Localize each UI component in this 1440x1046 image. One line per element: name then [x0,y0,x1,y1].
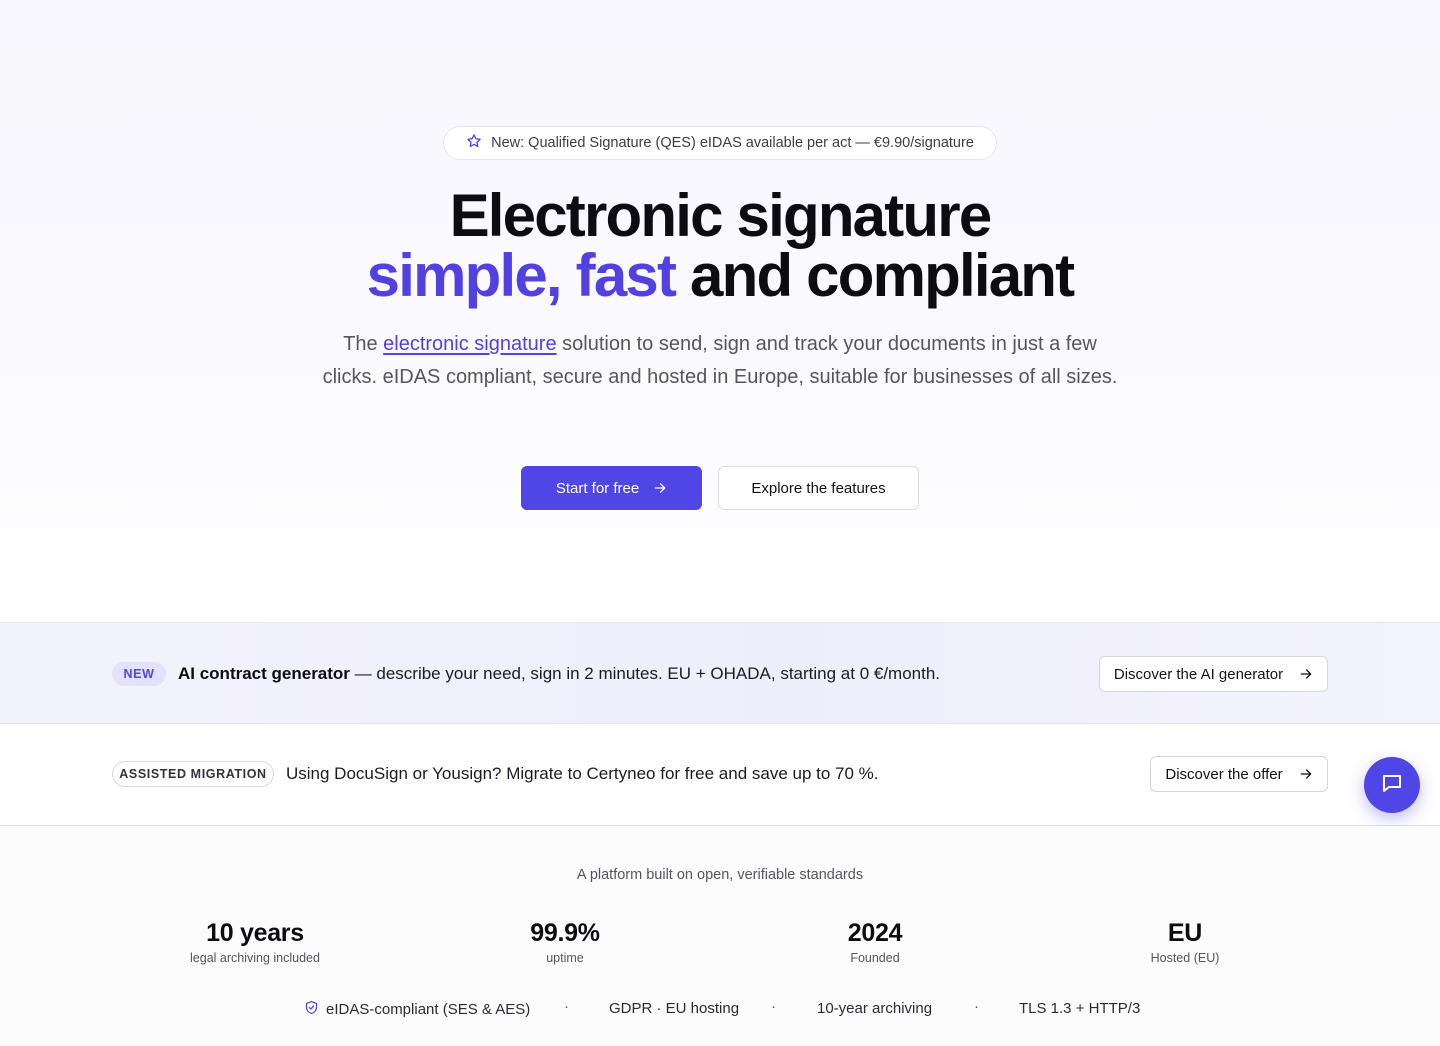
headline-rest: and compliant [675,242,1075,309]
assisted-migration-badge: ASSISTED MIGRATION [112,761,274,787]
arrow-right-icon [653,481,667,495]
stat-uptime: 99.9% uptime [445,918,685,965]
ai-generator-banner: NEW AI contract generator — describe you… [0,622,1440,724]
trust-gdpr: GDPR · EU hosting [609,1000,740,1017]
headline-line-2: simple, fast and compliant [0,246,1440,306]
stat-value: EU [1167,919,1203,947]
discover-offer-label: Discover the offer [1165,765,1283,783]
star-icon [466,133,482,153]
stat-value: 10 years [206,919,304,947]
stat-label: Founded [850,951,900,965]
hero-subtitle: The electronic signature solution to sen… [320,328,1120,393]
stat-label: Hosted (EU) [1150,951,1220,965]
electronic-signature-link[interactable]: electronic signature [383,333,556,355]
stat-value: 99.9% [530,919,600,947]
headline-line-1: Electronic signature [449,182,993,249]
stat-label: uptime [546,951,584,965]
stats-caption: A platform built on open, verifiable sta… [576,867,864,883]
stat-value: 2024 [847,919,903,947]
trust-separator: · [564,998,569,1015]
discover-ai-generator-label: Discover the AI generator [1113,665,1284,683]
arrow-right-icon [1299,667,1313,681]
stat-label: legal archiving included [190,951,320,965]
new-badge: NEW [112,662,166,686]
trust-eidas-label: eIDAS-compliant (SES & AES) [326,1001,531,1018]
chat-button[interactable] [1364,757,1420,813]
hero-section: New: Qualified Signature (QES) eIDAS ava… [0,0,1440,622]
ai-banner-description: — describe your need, sign in 2 minutes.… [349,664,941,683]
stats-section: A platform built on open, verifiable sta… [0,826,1440,1046]
trust-tls: TLS 1.3 + HTTP/3 [1019,1000,1141,1017]
announcement-text: New: Qualified Signature (QES) eIDAS ava… [491,135,974,151]
discover-offer-button[interactable]: Discover the offer [1150,756,1328,792]
discover-ai-generator-button[interactable]: Discover the AI generator [1099,656,1328,692]
explore-features-button[interactable]: Explore the features [718,466,919,510]
trust-archiving: 10-year archiving [817,1000,933,1017]
headline-accent: simple, fast [366,242,677,309]
announcement-pill[interactable]: New: Qualified Signature (QES) eIDAS ava… [443,126,997,160]
ai-banner-title: AI contract generator [178,664,350,683]
subtitle-prefix: The [343,333,384,355]
start-for-free-label: Start for free [555,479,640,497]
chat-bubble-icon [1380,771,1404,800]
migration-banner: ASSISTED MIGRATION Using DocuSign or You… [0,724,1440,826]
stat-founded: 2024 Founded [755,918,995,965]
start-for-free-button[interactable]: Start for free [521,466,702,510]
trust-separator: · [974,998,979,1015]
arrow-right-icon [1299,767,1313,781]
stat-archiving: 10 years legal archiving included [135,918,375,965]
explore-features-label: Explore the features [751,479,886,497]
ai-banner-text: AI contract generator — describe your ne… [178,663,940,685]
trust-eidas: eIDAS-compliant (SES & AES) [304,1000,530,1019]
trust-separator: · [771,998,776,1015]
migration-banner-text: Using DocuSign or Yousign? Migrate to Ce… [286,764,879,783]
stat-hosting: EU Hosted (EU) [1065,918,1305,965]
shield-check-icon [304,1000,319,1019]
